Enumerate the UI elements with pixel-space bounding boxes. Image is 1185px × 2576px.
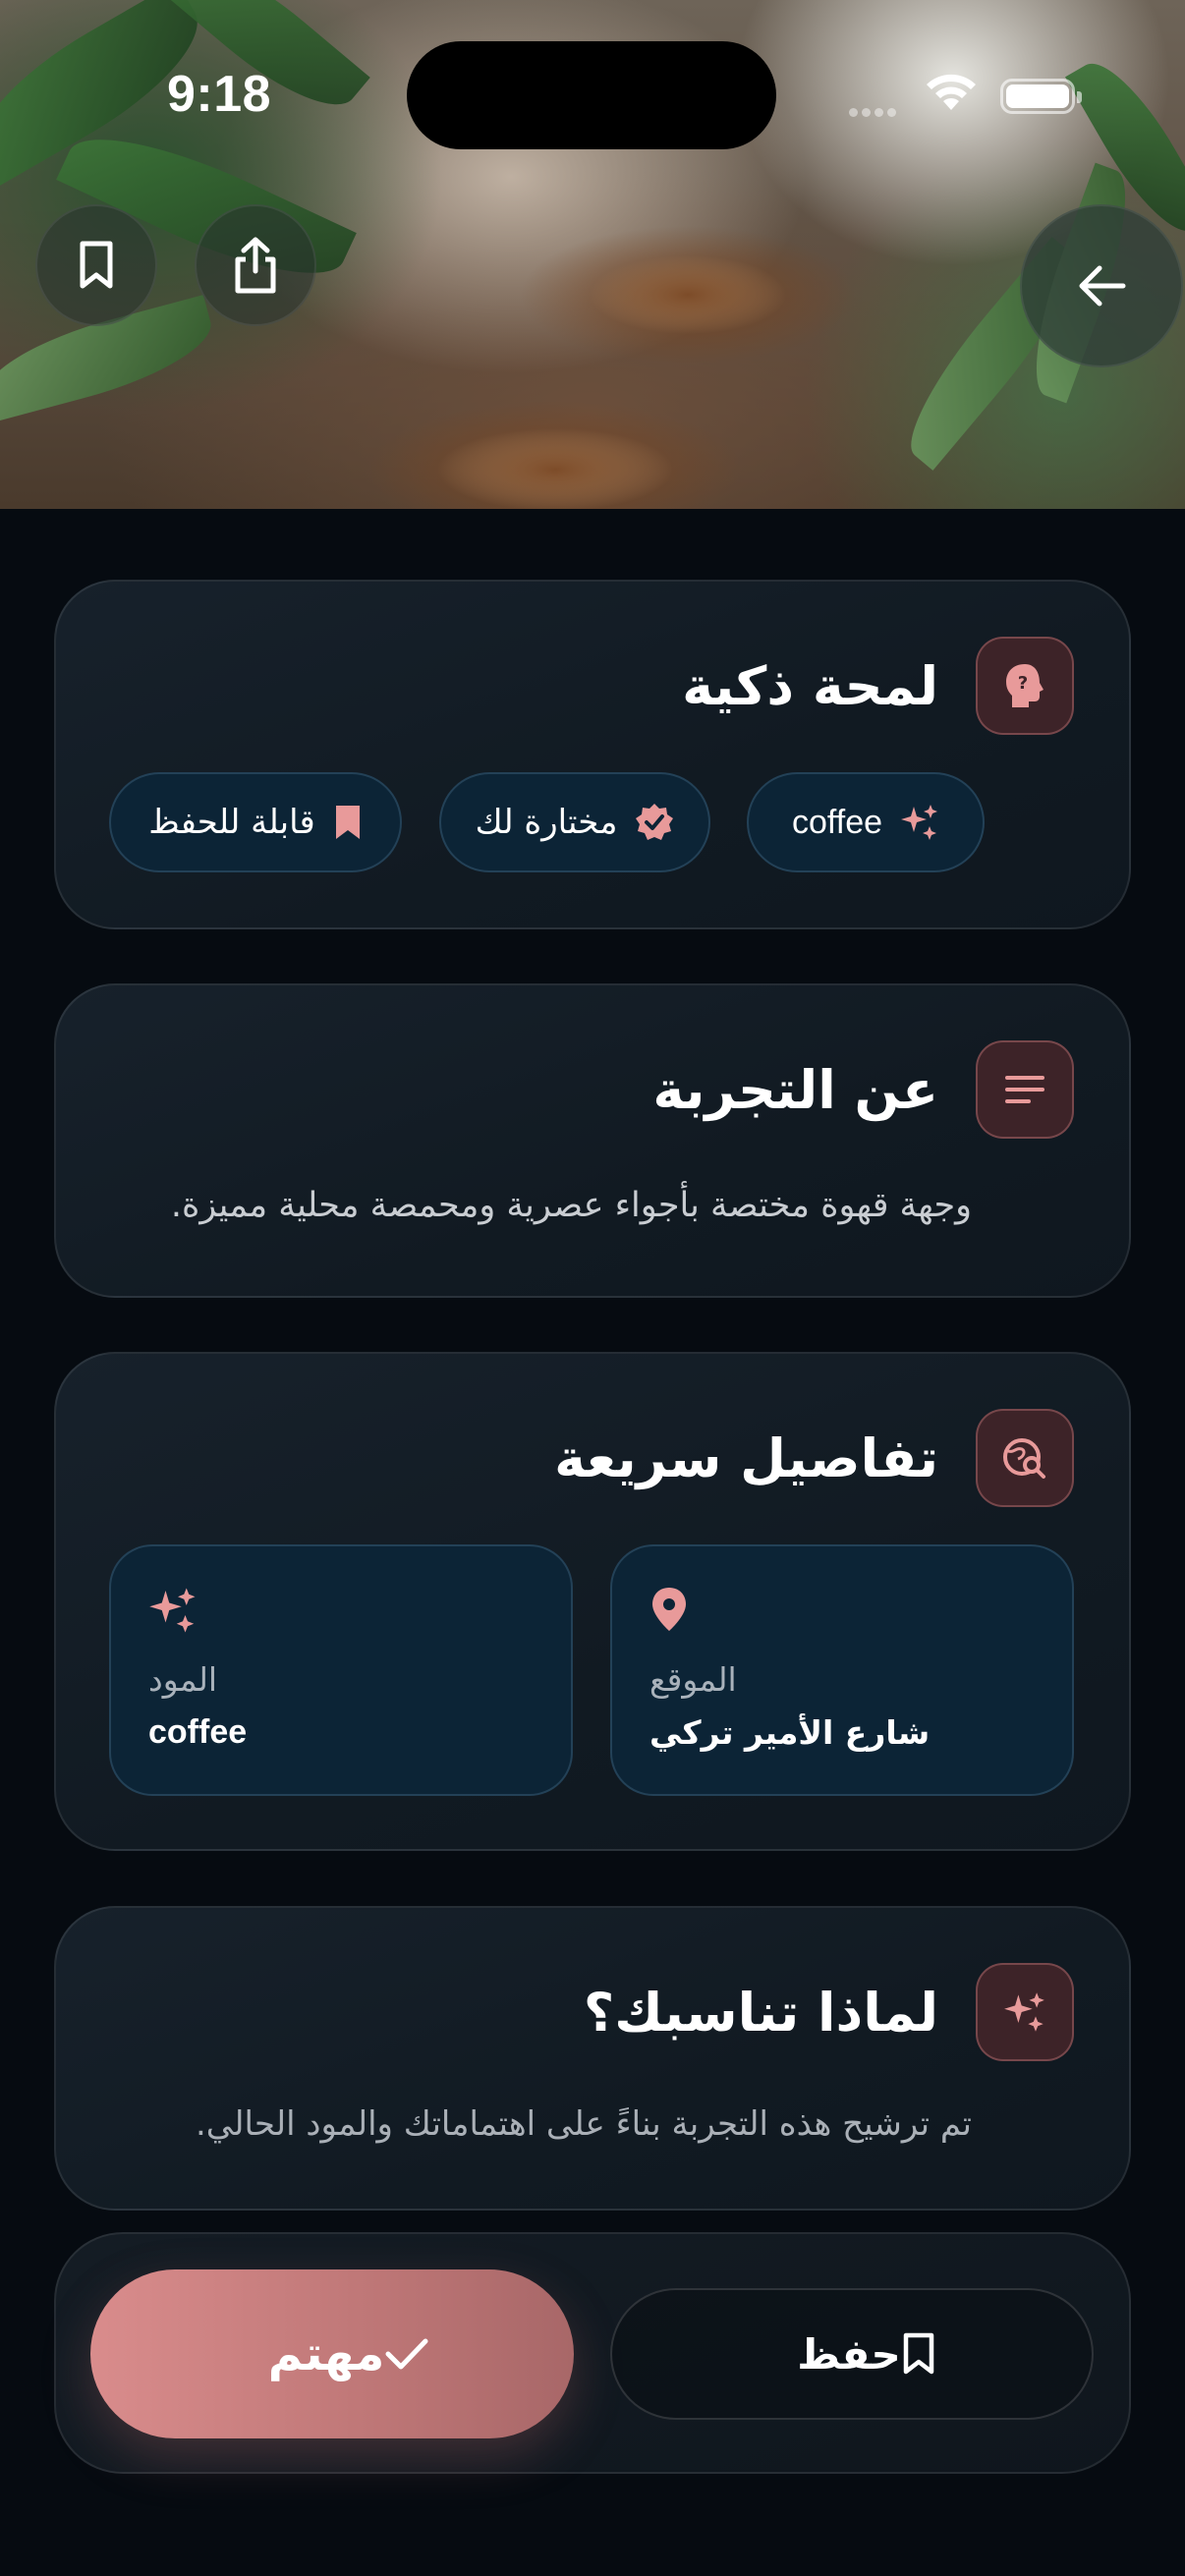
mood-label: المود <box>148 1660 218 1699</box>
wifi-icon <box>927 74 976 110</box>
cellular-signal-icon <box>849 102 900 121</box>
sparkles-icon <box>1004 1992 1044 2032</box>
chip-saveable[interactable]: قابلة للحفظ <box>109 772 402 872</box>
chip-label: قابلة للحفظ <box>148 803 315 842</box>
interested-button[interactable]: مهتم <box>90 2269 574 2438</box>
detail-mood: المود coffee <box>109 1544 573 1796</box>
location-pin-icon <box>649 1586 689 1637</box>
chip-label: coffee <box>792 803 883 841</box>
why-card-description: تم ترشيح هذه التجربة بناءً على اهتماماتك… <box>195 2104 972 2144</box>
svg-text:?: ? <box>1018 673 1028 694</box>
about-card-header: عن التجربة <box>652 1040 1074 1139</box>
why-icon-badge <box>976 1963 1074 2061</box>
sparkles-icon <box>900 803 939 842</box>
detail-location: الموقع شارع الأمير تركي <box>610 1544 1074 1796</box>
details-card-header: تفاصيل سريعة <box>554 1409 1074 1507</box>
sparkles-icon <box>148 1586 198 1639</box>
share-button[interactable] <box>195 204 316 326</box>
travel-explore-icon <box>1003 1438 1045 1479</box>
check-icon <box>384 2336 429 2372</box>
share-icon <box>235 237 276 294</box>
details-icon-badge <box>976 1409 1074 1507</box>
status-time: 9:18 <box>167 66 272 123</box>
about-card-description: وجهة قهوة مختصة بأجواء عصرية ومحمصة محلي… <box>170 1186 972 1225</box>
location-value: شارع الأمير تركي <box>649 1713 931 1752</box>
bookmark-icon <box>80 241 113 289</box>
interested-label: مهتم <box>267 2326 385 2381</box>
insight-card-title: لمحة ذكية <box>682 654 938 717</box>
about-icon-badge <box>976 1040 1074 1139</box>
save-label: حفظ <box>797 2329 901 2379</box>
chip-label: مختارة لك <box>475 803 618 842</box>
battery-icon <box>1000 79 1082 114</box>
bookmark-button[interactable] <box>35 204 157 326</box>
save-button[interactable]: حفظ <box>610 2288 1094 2420</box>
arrow-left-icon <box>1079 265 1126 307</box>
chip-coffee[interactable]: coffee <box>747 772 985 872</box>
chip-picked-for-you[interactable]: مختارة لك <box>439 772 710 872</box>
details-card-title: تفاصيل سريعة <box>554 1427 938 1489</box>
verified-badge-icon <box>635 803 674 842</box>
bookmark-icon <box>333 804 363 841</box>
about-card: عن التجربة وجهة قهوة مختصة بأجواء عصرية … <box>54 983 1131 1298</box>
why-card-title: لماذا تناسبك؟ <box>583 1981 938 2044</box>
location-label: الموقع <box>649 1660 737 1699</box>
insight-card: لمحة ذكية ? <box>54 580 1131 929</box>
insight-icon-badge: ? <box>976 637 1074 735</box>
why-card: لماذا تناسبك؟ تم ترشيح هذه التجربة بناءً… <box>54 1906 1131 2211</box>
why-card-header: لماذا تناسبك؟ <box>584 1963 1074 2061</box>
head-question-icon: ? <box>1006 664 1044 707</box>
back-button[interactable] <box>1020 204 1183 367</box>
bookmark-icon <box>901 2332 936 2376</box>
mood-value: coffee <box>148 1713 248 1751</box>
insight-card-header: لمحة ذكية ? <box>682 637 1074 735</box>
about-card-title: عن التجربة <box>652 1058 938 1121</box>
dynamic-island <box>407 41 776 149</box>
text-lines-icon <box>1005 1076 1044 1103</box>
